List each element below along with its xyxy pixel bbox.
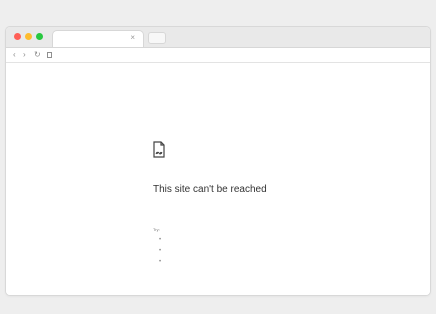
- error-page: This site can't be reached Try:: [6, 63, 430, 295]
- minimize-window-icon[interactable]: [25, 33, 32, 40]
- reload-button[interactable]: ↻: [34, 48, 41, 62]
- new-tab-button[interactable]: [148, 32, 166, 44]
- forward-button[interactable]: ›: [23, 48, 26, 62]
- back-button[interactable]: ‹: [13, 48, 16, 62]
- browser-toolbar: ‹ › ↻: [6, 48, 430, 63]
- browser-tab[interactable]: ×: [52, 30, 144, 47]
- try-label: Try:: [153, 227, 160, 232]
- browser-window: × ‹ › ↻ This site can't be reached Try:: [6, 27, 430, 295]
- document-error-icon: [153, 141, 165, 158]
- page-icon: [47, 52, 52, 58]
- maximize-window-icon[interactable]: [36, 33, 43, 40]
- tab-strip: ×: [6, 27, 430, 48]
- tab-close-icon[interactable]: ×: [130, 33, 135, 42]
- close-window-icon[interactable]: [14, 33, 21, 40]
- address-bar[interactable]: [44, 50, 424, 60]
- error-title: This site can't be reached: [153, 184, 267, 195]
